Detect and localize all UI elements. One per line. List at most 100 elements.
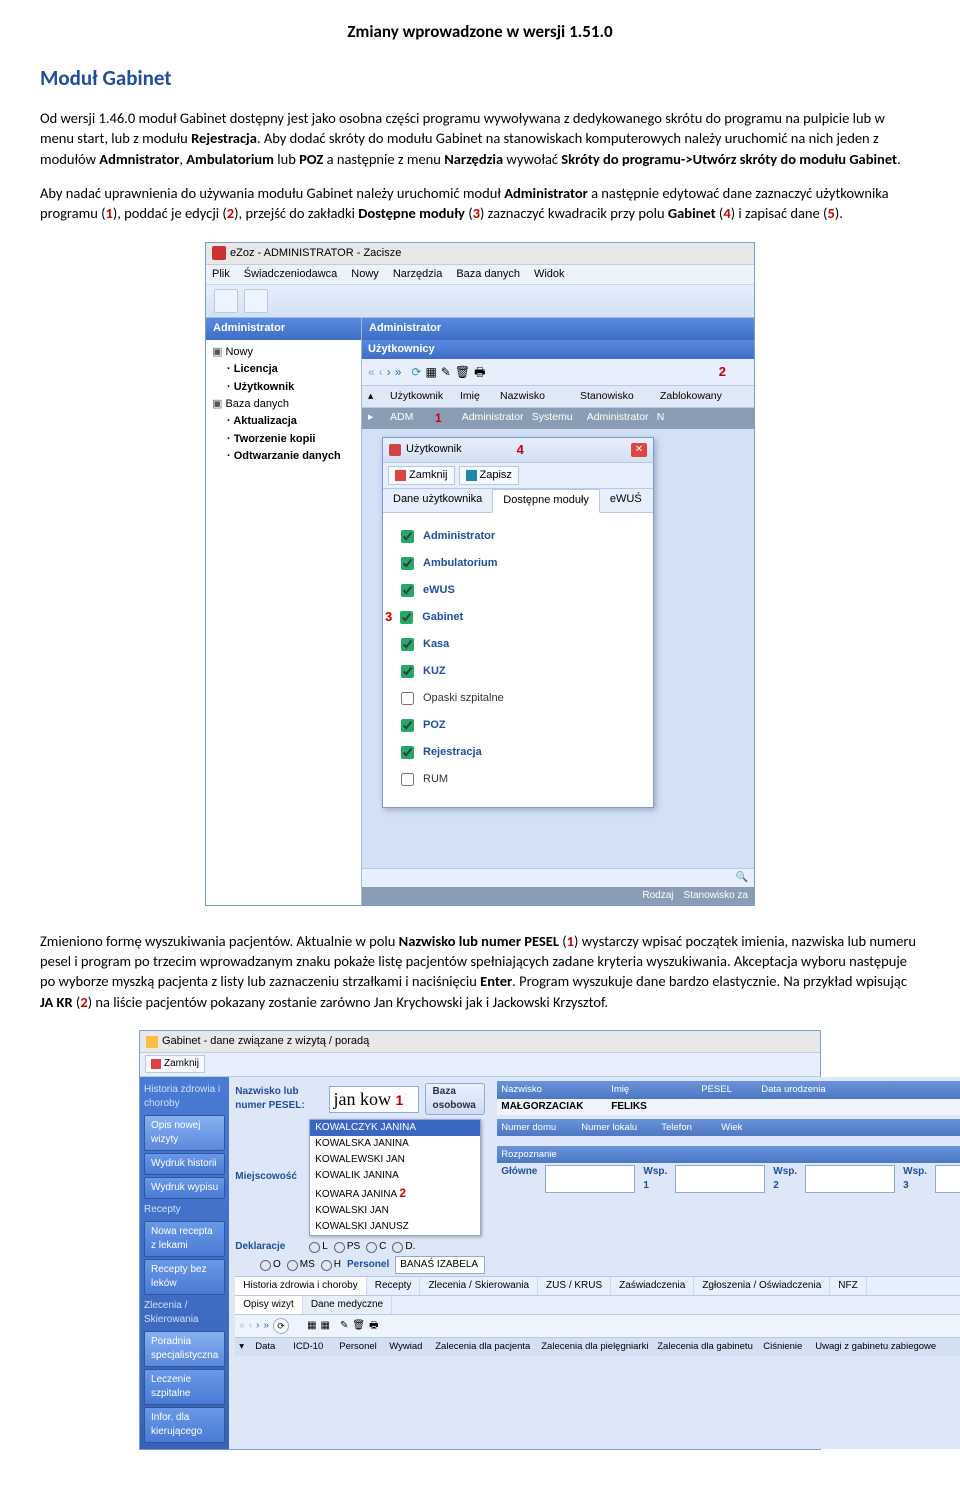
tab[interactable]: Dane użytkownika bbox=[383, 489, 492, 511]
menu-item[interactable]: Widok bbox=[534, 267, 565, 282]
module-check-gabinet[interactable]: Gabinet bbox=[396, 604, 643, 631]
sidebar-button[interactable]: Recepty bez leków bbox=[144, 1259, 225, 1295]
result-nazwisko: MAŁGORZACIAK bbox=[501, 1100, 601, 1114]
sidebar-header: Administrator bbox=[206, 318, 361, 339]
sidebar-button[interactable]: Poradnia specjalistyczna bbox=[144, 1331, 225, 1367]
tree-item[interactable]: Użytkownik bbox=[212, 379, 355, 396]
tab[interactable]: Recepty bbox=[367, 1277, 421, 1295]
module-check[interactable]: RUM bbox=[397, 766, 643, 793]
page-title: Zmiany wprowadzone w wersji 1.51.0 bbox=[40, 20, 920, 44]
module-check[interactable]: Ambulatorium bbox=[397, 550, 643, 577]
sidebar-button[interactable]: Wydruk historii bbox=[144, 1153, 225, 1175]
menu-item[interactable]: Nowy bbox=[351, 267, 379, 282]
tree-item[interactable]: Tworzenie kopii bbox=[212, 431, 355, 448]
toolbar bbox=[206, 285, 754, 318]
module-check[interactable]: eWUS bbox=[397, 577, 643, 604]
grid-tool-icon[interactable]: 🗑 bbox=[455, 364, 470, 381]
tab-strip-2: Opisy wizyt Dane medyczne bbox=[235, 1296, 960, 1315]
tree-group[interactable]: Baza danych bbox=[212, 396, 355, 413]
screenshot-gabinet: Gabinet - dane związane z wizytą / porad… bbox=[139, 1030, 821, 1450]
dialog-title: Użytkownik bbox=[406, 442, 462, 457]
module-check[interactable]: Kasa bbox=[397, 631, 643, 658]
menu-item[interactable]: Baza danych bbox=[456, 267, 520, 282]
sidebar-group: Zlecenia / Skierowania bbox=[144, 1297, 225, 1329]
ref-marker-2: 2 bbox=[719, 363, 726, 381]
toolbar-button[interactable] bbox=[214, 289, 238, 313]
sidebar-button[interactable]: Nowa recepta z lekami bbox=[144, 1221, 225, 1257]
grid-tool-icon[interactable]: ✎ bbox=[441, 364, 451, 381]
personel-value: BANAŚ IZABELA bbox=[395, 1256, 485, 1274]
tab[interactable]: Historia zdrowia i choroby bbox=[235, 1277, 367, 1295]
radio[interactable]: PS bbox=[334, 1240, 360, 1254]
result-imie: FELIKS bbox=[611, 1100, 691, 1114]
ref-marker-2: 2 bbox=[399, 1186, 406, 1200]
tree-item[interactable]: Odtwarzanie danych bbox=[212, 448, 355, 465]
radio[interactable]: D. bbox=[392, 1240, 415, 1254]
nav-tree: Nowy Licencja Użytkownik Baza danych Akt… bbox=[206, 340, 361, 476]
radio[interactable]: MS bbox=[287, 1258, 315, 1272]
search-input[interactable]: jan kow 1 bbox=[329, 1086, 419, 1113]
tab[interactable]: eWUŚ bbox=[600, 489, 652, 511]
ref-marker-4: 4 bbox=[517, 441, 524, 459]
tab[interactable]: Zlecenia / Skierowania bbox=[420, 1277, 538, 1295]
paragraph-3: Zmieniono formę wyszukiwania pacjentów. … bbox=[40, 931, 920, 1012]
window-toolbar: Zamknij bbox=[140, 1053, 820, 1077]
tab[interactable]: Opisy wizyt bbox=[235, 1296, 303, 1314]
paragraph-1: Od wersji 1.46.0 moduł Gabinet dostępny … bbox=[40, 108, 920, 169]
tree-item[interactable]: Licencja bbox=[212, 361, 355, 378]
module-check[interactable]: Rejestracja bbox=[397, 739, 643, 766]
close-icon[interactable]: ✕ bbox=[631, 443, 647, 457]
refresh-icon[interactable]: ⟳ bbox=[273, 1318, 289, 1334]
sidebar-button[interactable]: Wydruk wypisu bbox=[144, 1177, 225, 1199]
search-dropdown[interactable]: KOWALCZYK JANINA KOWALSKA JANINA KOWALEW… bbox=[309, 1119, 481, 1236]
sidebar-button[interactable]: Leczenie szpitalne bbox=[144, 1369, 225, 1405]
module-check[interactable]: POZ bbox=[397, 712, 643, 739]
window-title: eZoz - ADMINISTRATOR - Zacisze bbox=[230, 246, 401, 261]
grid-tool-icon[interactable]: ▦ bbox=[425, 364, 436, 381]
radio[interactable]: L bbox=[309, 1240, 328, 1254]
tree-group[interactable]: Nowy bbox=[212, 344, 355, 361]
label-deklaracje: Deklaracje bbox=[235, 1240, 303, 1254]
module-check[interactable]: Opaski szpitalne bbox=[397, 685, 643, 712]
module-check[interactable]: Administrator bbox=[397, 523, 643, 550]
radio[interactable]: C bbox=[366, 1240, 386, 1254]
search-icon[interactable]: 🔍 bbox=[736, 871, 748, 885]
tree-item[interactable]: Aktualizacja bbox=[212, 413, 355, 430]
sidebar-group: Recepty bbox=[144, 1201, 225, 1219]
window-titlebar: eZoz - ADMINISTRATOR - Zacisze bbox=[206, 243, 754, 265]
close-button[interactable]: Zamknij bbox=[145, 1055, 205, 1073]
grid-row[interactable]: ▸ ADM 1 Administrator Systemu Administra… bbox=[362, 408, 754, 429]
tab-strip-1: Historia zdrowia i choroby Recepty Zlece… bbox=[235, 1276, 960, 1296]
menu-item[interactable]: Świadczeniodawca bbox=[244, 267, 338, 282]
sidebar-button[interactable]: Opis nowej wizyty bbox=[144, 1115, 225, 1151]
tab-active[interactable]: Dostępne moduły bbox=[492, 489, 600, 512]
baza-button[interactable]: Baza osobowa bbox=[425, 1083, 486, 1115]
tab[interactable]: Dane medyczne bbox=[303, 1296, 392, 1314]
ref-marker-1: 1 bbox=[435, 410, 442, 427]
close-button[interactable]: Zamknij bbox=[388, 466, 455, 485]
tab[interactable]: Zgłoszenia / Oświadczenia bbox=[694, 1277, 830, 1295]
menu-item[interactable]: Narzędzia bbox=[393, 267, 443, 282]
radio[interactable]: O bbox=[260, 1258, 281, 1272]
toolbar-button[interactable] bbox=[244, 289, 268, 313]
tab[interactable]: Zaświadczenia bbox=[611, 1277, 694, 1295]
tab[interactable]: ZUS / KRUS bbox=[538, 1277, 611, 1295]
tab[interactable]: NFZ bbox=[830, 1277, 866, 1295]
screenshot-admin: eZoz - ADMINISTRATOR - Zacisze Plik Świa… bbox=[205, 242, 755, 906]
footer-bar: 🔍 bbox=[362, 868, 754, 887]
ref-marker-1: 1 bbox=[396, 1092, 404, 1108]
sidebar-group: Historia zdrowia i choroby bbox=[144, 1081, 225, 1113]
sidebar-button[interactable]: Infor. dla kierującego bbox=[144, 1407, 225, 1443]
main-area: Nazwisko lub numer PESEL: jan kow 1 Baza… bbox=[229, 1077, 960, 1449]
menu-item[interactable]: Plik bbox=[212, 267, 230, 282]
label-miejscowosc: Miejscowość bbox=[235, 1170, 303, 1184]
menubar: Plik Świadczeniodawca Nowy Narzędzia Baz… bbox=[206, 265, 754, 285]
grid-tool-icon[interactable]: 🖶 bbox=[474, 364, 485, 381]
save-button[interactable]: Zapisz bbox=[459, 466, 519, 485]
grid-toolbar: «‹ ›» ⟳ ▦▦ ✎🗑🖶 bbox=[235, 1315, 960, 1337]
module-check[interactable]: KUZ bbox=[397, 658, 643, 685]
user-icon bbox=[389, 444, 401, 456]
grid-header: ▴ Użytkownik Imię Nazwisko Stanowisko Za… bbox=[362, 386, 754, 408]
user-dialog: Użytkownik 4 ✕ Zamknij Zapisz Dane użytk… bbox=[382, 437, 654, 808]
radio[interactable]: H bbox=[321, 1258, 341, 1272]
